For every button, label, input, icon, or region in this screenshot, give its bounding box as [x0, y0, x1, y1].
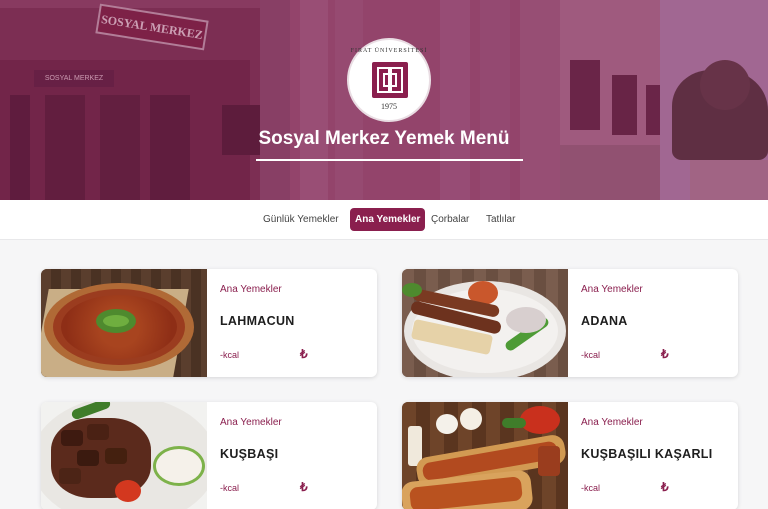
card-category: Ana Yemekler: [581, 417, 643, 428]
lira-icon: ₺: [661, 347, 669, 361]
card-title: ADANA: [581, 314, 628, 328]
lira-icon: ₺: [300, 480, 308, 494]
card-category: Ana Yemekler: [220, 284, 282, 295]
card-kcal: -kcal: [581, 483, 601, 493]
card-kcal: -kcal: [220, 350, 240, 360]
card-kcal: -kcal: [581, 350, 601, 360]
category-tabs: Günlük Yemekler Ana Yemekler Çorbalar Ta…: [0, 200, 768, 240]
kusbasi-image: [41, 402, 207, 509]
card-category: Ana Yemekler: [220, 417, 282, 428]
university-logo: FIRAT ÜNİVERSİTESİ 1975: [347, 38, 431, 122]
menu-card[interactable]: Ana Yemekler ADANA -kcal ₺: [402, 269, 738, 377]
tab-ana-yemekler[interactable]: Ana Yemekler: [350, 208, 426, 231]
menu-card[interactable]: Ana Yemekler KUŞBAŞI -kcal ₺: [41, 402, 377, 509]
page-title: Sosyal Merkez Yemek Menü: [258, 128, 510, 149]
logo-emblem-icon: [372, 62, 408, 98]
title-underline: [256, 159, 523, 161]
logo-text: FIRAT ÜNİVERSİTESİ: [350, 48, 428, 54]
menu-card[interactable]: Ana Yemekler KUŞBAŞILI KAŞARLI -kcal ₺: [402, 402, 738, 509]
logo-year: 1975: [381, 102, 397, 111]
hero-banner: SOSYAL MERKEZ SOSYAL MERKEZ FIRAT ÜNİVER…: [0, 0, 768, 200]
tab-tatlilar[interactable]: Tatlılar: [481, 208, 520, 231]
card-category: Ana Yemekler: [581, 284, 643, 295]
card-kcal: -kcal: [220, 483, 240, 493]
tab-gunluk-yemekler[interactable]: Günlük Yemekler: [258, 208, 344, 231]
lahmacun-image: [41, 269, 207, 377]
menu-card[interactable]: Ana Yemekler LAHMACUN -kcal ₺: [41, 269, 377, 377]
adana-image: [402, 269, 568, 377]
tab-corbalar[interactable]: Çorbalar: [426, 208, 474, 231]
kusbasili-kasarli-image: [402, 402, 568, 509]
card-title: LAHMACUN: [220, 314, 295, 328]
lira-icon: ₺: [300, 347, 308, 361]
card-title: KUŞBAŞI: [220, 447, 279, 461]
lira-icon: ₺: [661, 480, 669, 494]
card-title: KUŞBAŞILI KAŞARLI: [581, 447, 713, 461]
